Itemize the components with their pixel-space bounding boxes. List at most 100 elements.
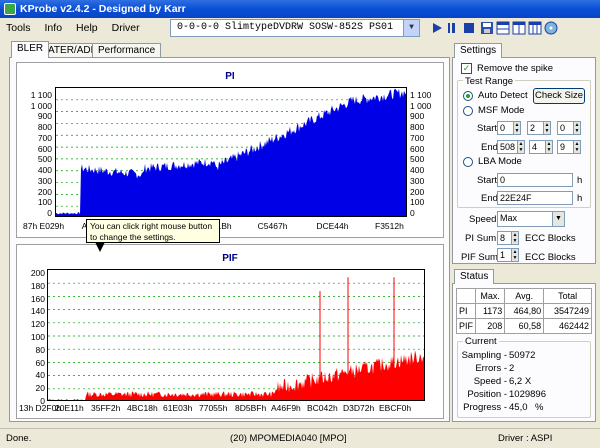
msf-end-min[interactable]: 508 ▲ ▼ xyxy=(497,140,525,154)
current-label: Current xyxy=(463,336,499,347)
status-header-avg: Avg. xyxy=(504,288,545,304)
columns-icon[interactable] xyxy=(528,21,542,35)
disc-icon[interactable] xyxy=(544,21,558,35)
status-header-max: Max. xyxy=(475,288,506,304)
pi-chart[interactable]: PI 1 100 1 000 900 800 700 600 500 400 300 200 100… xyxy=(16,62,444,238)
layout-icon[interactable] xyxy=(496,21,510,35)
remove-spike-label: Remove the spike xyxy=(477,63,554,74)
window-title: KProbe v2.4.2 - Designed by Karr xyxy=(20,3,186,15)
msf-start-sec[interactable]: 2 ▲ ▼ xyxy=(527,121,551,135)
pif-x-tick: 8D5BFh xyxy=(235,403,267,413)
pif-chart[interactable]: PIF 200 180 160 140 120 100 80 60 40 20 0 13h D2F0… xyxy=(16,244,444,419)
msf-end-sec[interactable]: 4 ▲ ▼ xyxy=(529,140,553,154)
auto-detect-radio[interactable] xyxy=(463,91,473,101)
position-value: 1029896 xyxy=(509,389,546,400)
pif-y-tick: 120 xyxy=(30,319,45,330)
check-size-button[interactable]: Check Size xyxy=(533,88,585,104)
chevron-down-icon[interactable]: ▼ xyxy=(403,20,419,36)
pi-y-tick-right: 500 xyxy=(410,154,425,165)
errors-label: Errors - xyxy=(475,363,507,374)
pi-y-tick: 800 xyxy=(37,122,52,133)
speed-status-value: 6,2 X xyxy=(509,376,532,387)
pi-y-tick-right: 400 xyxy=(410,165,425,176)
pi-series xyxy=(56,88,406,216)
pif-x-tick: 4BC18h xyxy=(127,403,158,413)
pi-y-tick: 200 xyxy=(37,186,52,197)
save-icon[interactable] xyxy=(480,21,494,35)
play-icon[interactable] xyxy=(430,21,444,35)
pi-y-tick: 1 100 xyxy=(30,90,52,100)
pif-x-tick: 20E11h xyxy=(55,403,84,413)
pi-sum-label: PI Sum xyxy=(465,233,497,244)
status-right: Driver : ASPI xyxy=(498,433,553,444)
pif-y-tick: 140 xyxy=(30,306,45,317)
pif-x-tick: 77055h xyxy=(199,403,228,413)
tab-settings[interactable]: Settings xyxy=(454,43,503,58)
pi-y-tick: 600 xyxy=(37,143,52,154)
status-header-empty xyxy=(455,288,477,304)
msf-end-frame[interactable]: 9 ▲ ▼ xyxy=(557,140,581,154)
msf-mode-radio[interactable] xyxy=(463,106,473,116)
status-center: (20) MPOMEDIA040 [MPO] xyxy=(230,433,347,444)
menu-info[interactable]: Info xyxy=(45,22,63,34)
lba-end-input[interactable]: 22E24F xyxy=(497,191,573,205)
pi-y-tick-right: 800 xyxy=(410,122,425,133)
app-icon xyxy=(4,3,16,15)
window-icon[interactable] xyxy=(512,21,526,35)
tab-bler[interactable]: BLER xyxy=(11,41,50,58)
pif-x-tick: BC042h xyxy=(307,403,338,413)
lba-mode-radio[interactable] xyxy=(463,157,473,167)
pi-y-tick-right: 200 xyxy=(410,186,425,197)
pif-plot-area xyxy=(47,269,425,401)
device-select[interactable]: 0-0-0-0 SlimtypeDVDRW SOSW-852S PS01 ▼ xyxy=(170,19,420,37)
pif-sum-input[interactable]: 1 ▲ ▼ xyxy=(497,248,519,262)
lba-start-input[interactable]: 0 xyxy=(497,173,573,187)
pi-y-tick-right: 600 xyxy=(410,143,425,154)
stop-icon[interactable] xyxy=(462,21,476,35)
pi-x-tick: C5467h xyxy=(257,221,288,231)
pi-x-tick: DCE44h xyxy=(316,221,349,231)
lba-mode-label: LBA Mode xyxy=(478,156,522,167)
msf-start-frame[interactable]: 0 ▲ ▼ xyxy=(557,121,581,135)
menu-driver[interactable]: Driver xyxy=(112,22,140,34)
pi-plot-svg xyxy=(56,88,406,216)
pi-sum-input[interactable]: 8 ▲ ▼ xyxy=(497,231,519,245)
speed-select[interactable]: Max ▼ xyxy=(497,211,565,227)
msf-start-min[interactable]: 0 ▲ ▼ xyxy=(497,121,521,135)
pi-x-tick: 87h E029h xyxy=(23,221,65,231)
pif-y-tick: 60 xyxy=(35,357,45,368)
settings-panel: ✓ Remove the spike Test Range Auto Detec… xyxy=(452,57,596,264)
menu-help[interactable]: Help xyxy=(76,22,98,34)
progress-unit: % xyxy=(535,402,544,413)
pif-y-tick: 40 xyxy=(35,370,45,381)
pif-y-tick: 160 xyxy=(30,293,45,304)
pi-y-tick-right: 700 xyxy=(410,132,425,143)
pi-plot-area xyxy=(55,87,407,217)
pi-y-tick-right: 100 xyxy=(410,197,425,208)
pause-icon[interactable] xyxy=(446,21,460,35)
pif-chart-title: PIF xyxy=(222,253,238,264)
pi-y-tick-right: 0 xyxy=(410,208,415,218)
test-range-label: Test Range xyxy=(463,76,516,87)
pif-x-tick: EBCF0h xyxy=(379,403,412,413)
pif-y-tick: 100 xyxy=(30,332,45,342)
pi-x-tick: F3512h xyxy=(375,221,404,231)
title-bar: KProbe v2.4.2 - Designed by Karr xyxy=(0,0,600,18)
pif-plot-svg xyxy=(48,277,424,400)
pif-x-tick: A46F9h xyxy=(271,403,301,413)
tab-status[interactable]: Status xyxy=(454,269,495,284)
status-bar: Done. (20) MPOMEDIA040 [MPO] Driver : AS… xyxy=(0,428,600,448)
remove-spike-checkbox[interactable]: ✓ xyxy=(461,63,472,74)
msf-start-label: Start xyxy=(477,123,498,134)
msf-end-label: End xyxy=(481,142,498,153)
pif-y-tick: 20 xyxy=(35,383,45,394)
pi-y-tick: 500 xyxy=(37,154,52,165)
menu-tools[interactable]: Tools xyxy=(6,22,31,34)
pif-y-tick: 180 xyxy=(30,280,45,291)
progress-value: 45,0 xyxy=(509,402,528,413)
lba-start-unit: h xyxy=(577,175,583,186)
msf-mode-label: MSF Mode xyxy=(478,105,525,116)
tab-performance[interactable]: Performance xyxy=(92,43,162,58)
status-left: Done. xyxy=(6,433,32,444)
speed-label: Speed xyxy=(469,214,497,225)
